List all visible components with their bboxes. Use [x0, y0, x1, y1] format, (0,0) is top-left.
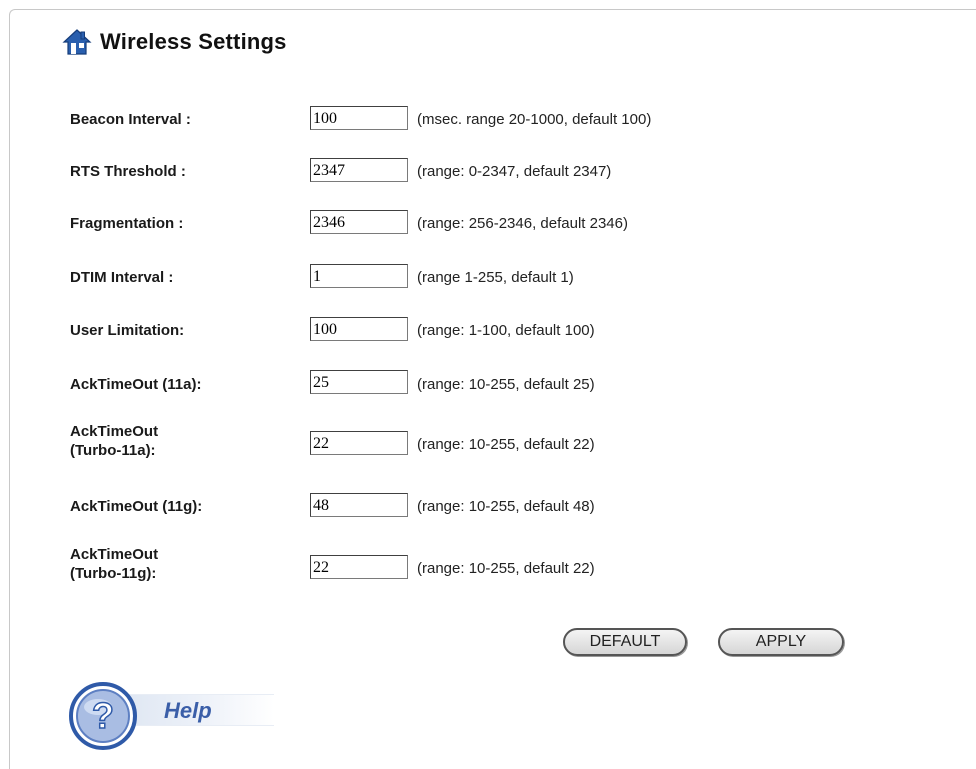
dtim-interval-label: DTIM Interval :	[70, 269, 174, 286]
svg-text:?: ?	[92, 695, 114, 736]
help-link[interactable]: ? Help	[66, 680, 276, 752]
fragmentation-input[interactable]	[310, 210, 408, 234]
setting-row-acktimeout-turbo-11a: AckTimeOut (Turbo-11a): (range: 10-255, …	[70, 422, 920, 472]
user-limitation-hint: (range: 1-100, default 100)	[417, 322, 595, 339]
acktimeout-11g-label: AckTimeOut (11g):	[70, 498, 203, 515]
setting-row-acktimeout-turbo-11g: AckTimeOut (Turbo-11g): (range: 10-255, …	[70, 545, 920, 595]
rts-threshold-input[interactable]	[310, 158, 408, 182]
setting-row-user-limitation: User Limitation: (range: 1-100, default …	[70, 317, 920, 351]
setting-row-dtim-interval: DTIM Interval : (range 1-255, default 1)	[70, 264, 920, 298]
setting-row-acktimeout-11g: AckTimeOut (11g): (range: 10-255, defaul…	[70, 493, 920, 527]
acktimeout-11a-hint: (range: 10-255, default 25)	[417, 376, 595, 393]
page-header: Wireless Settings	[62, 26, 287, 58]
default-button[interactable]: DEFAULT	[563, 628, 687, 656]
user-limitation-input[interactable]	[310, 317, 408, 341]
acktimeout-turbo-11a-input[interactable]	[310, 431, 408, 455]
setting-row-rts-threshold: RTS Threshold : (range: 0-2347, default …	[70, 158, 920, 192]
rts-threshold-label: RTS Threshold :	[70, 163, 186, 180]
acktimeout-turbo-11a-hint: (range: 10-255, default 22)	[417, 436, 595, 453]
acktimeout-11a-input[interactable]	[310, 370, 408, 394]
setting-row-fragmentation: Fragmentation : (range: 256-2346, defaul…	[70, 210, 920, 244]
acktimeout-turbo-11g-label: AckTimeOut (Turbo-11g):	[70, 545, 290, 583]
acktimeout-11g-input[interactable]	[310, 493, 408, 517]
rts-threshold-hint: (range: 0-2347, default 2347)	[417, 163, 612, 180]
beacon-interval-input[interactable]	[310, 106, 408, 130]
acktimeout-11a-label: AckTimeOut (11a):	[70, 376, 202, 393]
beacon-interval-label: Beacon Interval :	[70, 111, 191, 128]
setting-row-acktimeout-11a: AckTimeOut (11a): (range: 10-255, defaul…	[70, 370, 920, 404]
user-limitation-label: User Limitation:	[70, 322, 185, 339]
beacon-interval-hint: (msec. range 20-1000, default 100)	[417, 111, 652, 128]
apply-button[interactable]: APPLY	[718, 628, 844, 656]
dtim-interval-input[interactable]	[310, 264, 408, 288]
page-title: Wireless Settings	[100, 29, 287, 54]
help-label: Help	[164, 698, 212, 723]
acktimeout-turbo-11a-label-line1: AckTimeOut	[70, 423, 159, 440]
acktimeout-turbo-11a-label: AckTimeOut (Turbo-11a):	[70, 422, 290, 460]
acktimeout-turbo-11g-hint: (range: 10-255, default 22)	[417, 560, 595, 577]
acktimeout-turbo-11g-input[interactable]	[310, 555, 408, 579]
dtim-interval-hint: (range 1-255, default 1)	[417, 269, 574, 286]
home-icon	[62, 29, 92, 55]
question-mark-icon: ?	[69, 682, 137, 750]
fragmentation-label: Fragmentation :	[70, 215, 184, 232]
acktimeout-turbo-11a-label-line2: (Turbo-11a):	[70, 442, 156, 459]
acktimeout-turbo-11g-label-line2: (Turbo-11g):	[70, 565, 157, 582]
fragmentation-hint: (range: 256-2346, default 2346)	[417, 215, 628, 232]
acktimeout-turbo-11g-label-line1: AckTimeOut	[70, 546, 159, 563]
acktimeout-11g-hint: (range: 10-255, default 48)	[417, 498, 595, 515]
setting-row-beacon-interval: Beacon Interval : (msec. range 20-1000, …	[70, 106, 920, 140]
